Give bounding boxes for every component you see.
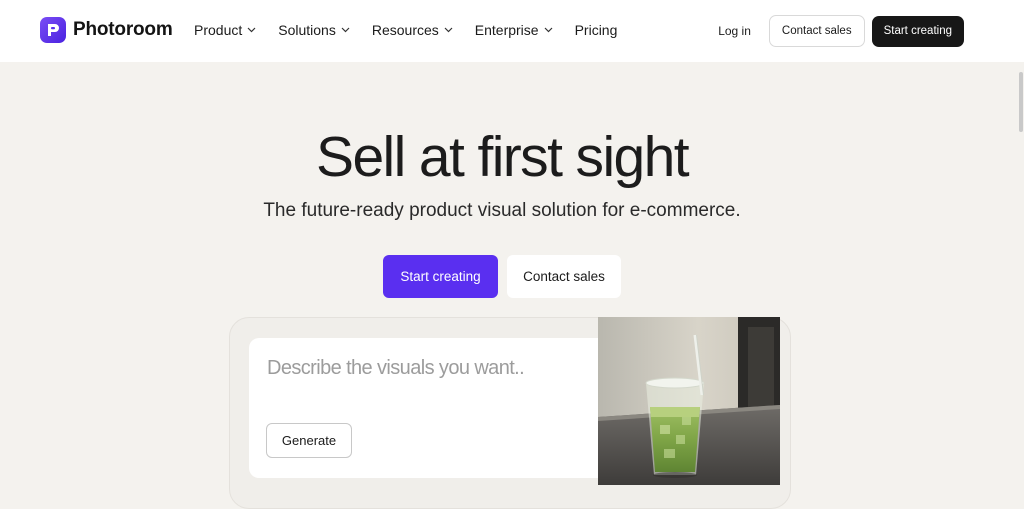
chevron-down-icon [247, 27, 256, 33]
hero-contact-sales-button[interactable]: Contact sales [507, 255, 621, 298]
nav-item-label: Pricing [574, 22, 618, 38]
photoroom-logo-icon [40, 17, 66, 43]
nav-actions: Log in Contact sales Start creating [718, 15, 964, 47]
brand-logo[interactable]: Photoroom [40, 17, 173, 43]
prompt-box[interactable]: Describe the visuals you want.. Generate [249, 338, 609, 478]
chevron-down-icon [544, 27, 553, 33]
nav-item-label: Resources [371, 22, 439, 38]
prompt-input[interactable]: Describe the visuals you want.. [267, 357, 525, 380]
top-navigation-bar: Photoroom Product Solutions Resources En… [0, 0, 1024, 62]
hero-title: Sell at first sight [316, 125, 690, 189]
hero-start-creating-button[interactable]: Start creating [383, 255, 498, 298]
nav-item-product[interactable]: Product [194, 22, 256, 38]
contact-sales-button[interactable]: Contact sales [768, 15, 865, 47]
generate-button[interactable]: Generate [266, 423, 352, 458]
login-link[interactable]: Log in [718, 24, 751, 38]
chevron-down-icon [341, 27, 350, 33]
main-nav: Product Solutions Resources Enterprise P… [194, 22, 639, 38]
nav-item-label: Solutions [278, 22, 336, 38]
nav-item-solutions[interactable]: Solutions [278, 22, 350, 38]
nav-item-label: Product [194, 22, 243, 38]
scrollbar-thumb[interactable] [1019, 72, 1023, 132]
nav-item-label: Enterprise [474, 22, 539, 38]
brand-name: Photoroom [73, 19, 173, 40]
hero-subtitle: The future-ready product visual solution… [263, 200, 741, 221]
iced-matcha-latte-photo [598, 317, 780, 485]
nav-item-enterprise[interactable]: Enterprise [475, 22, 553, 38]
start-creating-button[interactable]: Start creating [871, 15, 964, 47]
nav-item-resources[interactable]: Resources [372, 22, 453, 38]
chevron-down-icon [444, 27, 453, 33]
hero-cta-row: Start creating Contact sales [383, 255, 621, 298]
nav-item-pricing[interactable]: Pricing [575, 22, 618, 38]
